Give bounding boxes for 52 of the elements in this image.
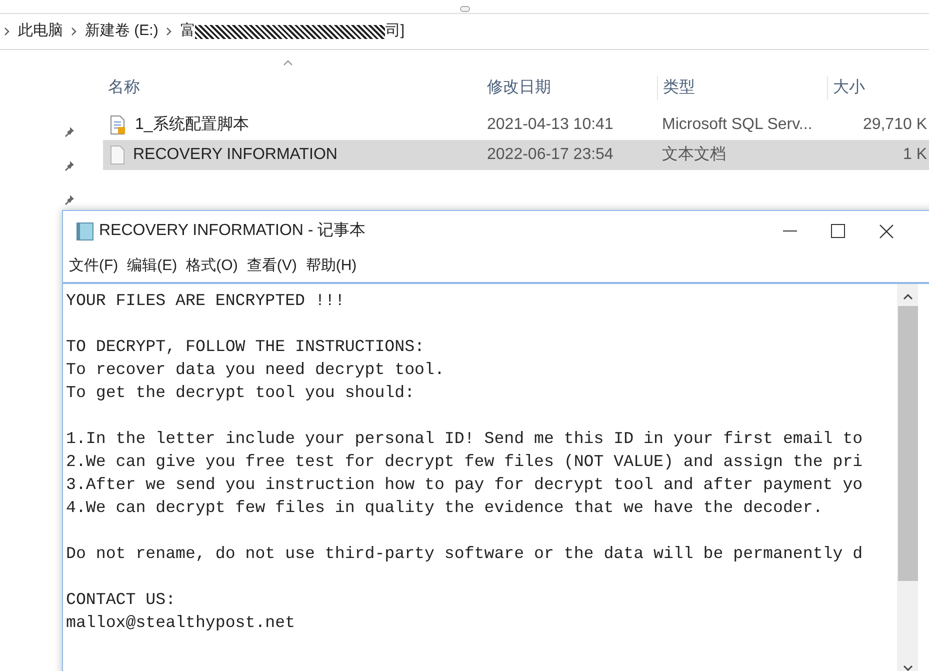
- file-size: 29,710 K: [862, 115, 928, 135]
- breadcrumb-item[interactable]: 富: [180, 20, 196, 43]
- file-name: RECOVERY INFORMATION: [133, 145, 338, 165]
- menu-item[interactable]: 帮助(H): [306, 255, 357, 278]
- text-line: 4.We can decrypt few files in quality the evidence that we have the decoder.: [66, 497, 823, 519]
- pin-icon[interactable]: [63, 160, 75, 172]
- text-line: 3.After we send you instruction how to pay for decrypt tool and after payment yo: [66, 474, 863, 496]
- text-line: mallox@stealthypost.net: [66, 612, 296, 634]
- text-file-icon: [109, 145, 125, 165]
- file-row[interactable]: RECOVERY INFORMATION 2022-06-17 23:54 文本文档 1 K: [103, 140, 929, 170]
- column-header[interactable]: 类型: [657, 76, 827, 100]
- chevron-icon: [71, 27, 77, 36]
- text-line: TO DECRYPT, FOLLOW THE INSTRUCTIONS:: [66, 336, 424, 358]
- script-file-icon: [109, 115, 127, 135]
- text-line: CONTACT US:: [66, 589, 176, 611]
- notepad-icon: [75, 221, 95, 241]
- menu-item[interactable]: 查看(V): [246, 255, 297, 278]
- scroll-up-icon[interactable]: [902, 294, 912, 300]
- text-line: Do not rename, do not use third-party software or the data will be permanently d: [66, 543, 863, 565]
- scrollbar-thumb[interactable]: [898, 306, 918, 581]
- close-icon[interactable]: [879, 224, 894, 238]
- breadcrumb-item[interactable]: 此电脑: [18, 20, 63, 43]
- vertical-scrollbar[interactable]: [897, 284, 918, 671]
- maximize-icon[interactable]: [831, 224, 845, 238]
- chevron-icon: [166, 27, 172, 36]
- file-size: 1 K: [902, 145, 928, 165]
- text-line: 2.We can give you free test for decrypt few files (NOT VALUE) and assign the pri: [66, 451, 863, 473]
- column-header[interactable]: 修改日期: [487, 76, 657, 100]
- menu-item[interactable]: 格式(O): [186, 255, 238, 278]
- scroll-down-icon[interactable]: [902, 665, 912, 671]
- pin-icon[interactable]: [63, 126, 75, 138]
- text-line: To recover data you need decrypt tool.: [66, 359, 444, 381]
- file-type: Microsoft SQL Serv...: [662, 115, 814, 135]
- pin-icon[interactable]: [63, 194, 75, 206]
- breadcrumb-item[interactable]: 司]: [385, 20, 405, 43]
- minimize-icon[interactable]: [783, 230, 797, 232]
- sort-ascending-icon: [283, 60, 293, 66]
- breadcrumb-item[interactable]: 新建卷 (E:): [85, 20, 158, 43]
- file-name: 1_系统配置脚本: [135, 114, 249, 135]
- window-title: RECOVERY INFORMATION - 记事本: [99, 220, 366, 241]
- file-date: 2021-04-13 10:41: [487, 115, 614, 135]
- column-header[interactable]: 大小: [827, 76, 929, 100]
- menu-item[interactable]: 文件(F): [69, 255, 118, 278]
- menu-item[interactable]: 编辑(E): [127, 255, 178, 278]
- column-header[interactable]: 名称: [103, 76, 487, 100]
- text-line: 1.In the letter include your personal ID! Send me this ID in your first email to: [66, 428, 863, 450]
- chevron-icon: [4, 27, 10, 36]
- text-line: To get the decrypt tool you should:: [66, 382, 415, 404]
- window-handle: [460, 6, 470, 12]
- file-type: 文本文档: [662, 144, 727, 165]
- text-line: YOUR FILES ARE ENCRYPTED !!!: [66, 290, 345, 312]
- file-date: 2022-06-17 23:54: [487, 145, 614, 165]
